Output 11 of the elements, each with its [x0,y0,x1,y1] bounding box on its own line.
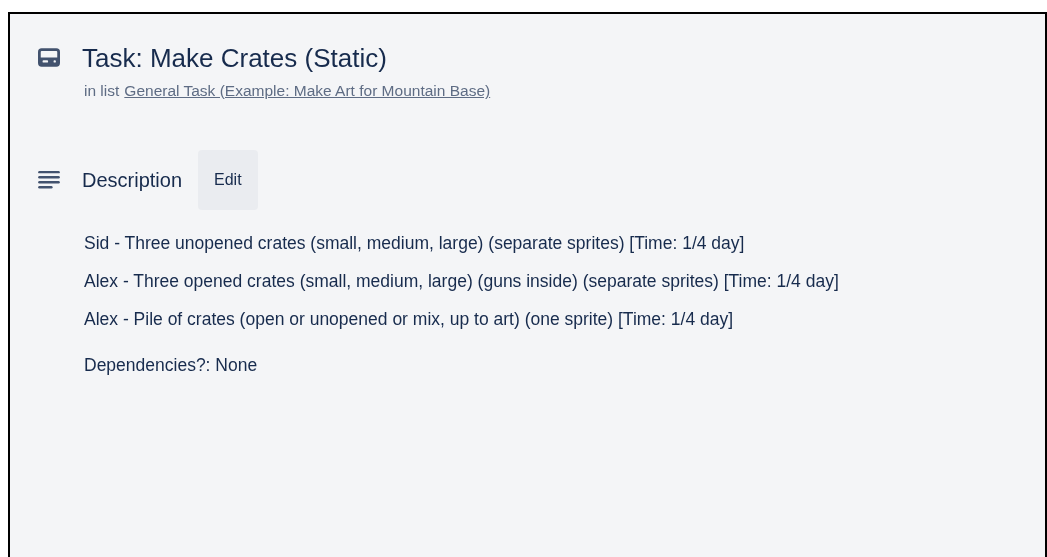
card-icon [38,48,60,67]
list-label: in list [84,82,120,100]
description-icon [38,171,60,189]
edit-button[interactable]: Edit [198,150,258,210]
description-text: Alex - Pile of crates (open or unopened or mix, up to art) (one sprite) [Time: 1/4 day] [84,308,735,331]
card-title: Task: Make Crates (Static) [82,42,388,75]
description-text: Alex - Three opened crates (small, medium, large) (guns inside) (separate sprites) [Time: 1/4 day] [84,270,840,293]
description-text: Sid - Three unopened crates (small, medium, large) (separate sprites) [Time: 1/4 day] [84,232,746,255]
dependencies-text: Dependencies?: None [84,354,259,377]
list-link[interactable]: General Task (Example: Make Art for Mountain Base) [124,82,491,100]
description-heading: Description [82,168,183,192]
